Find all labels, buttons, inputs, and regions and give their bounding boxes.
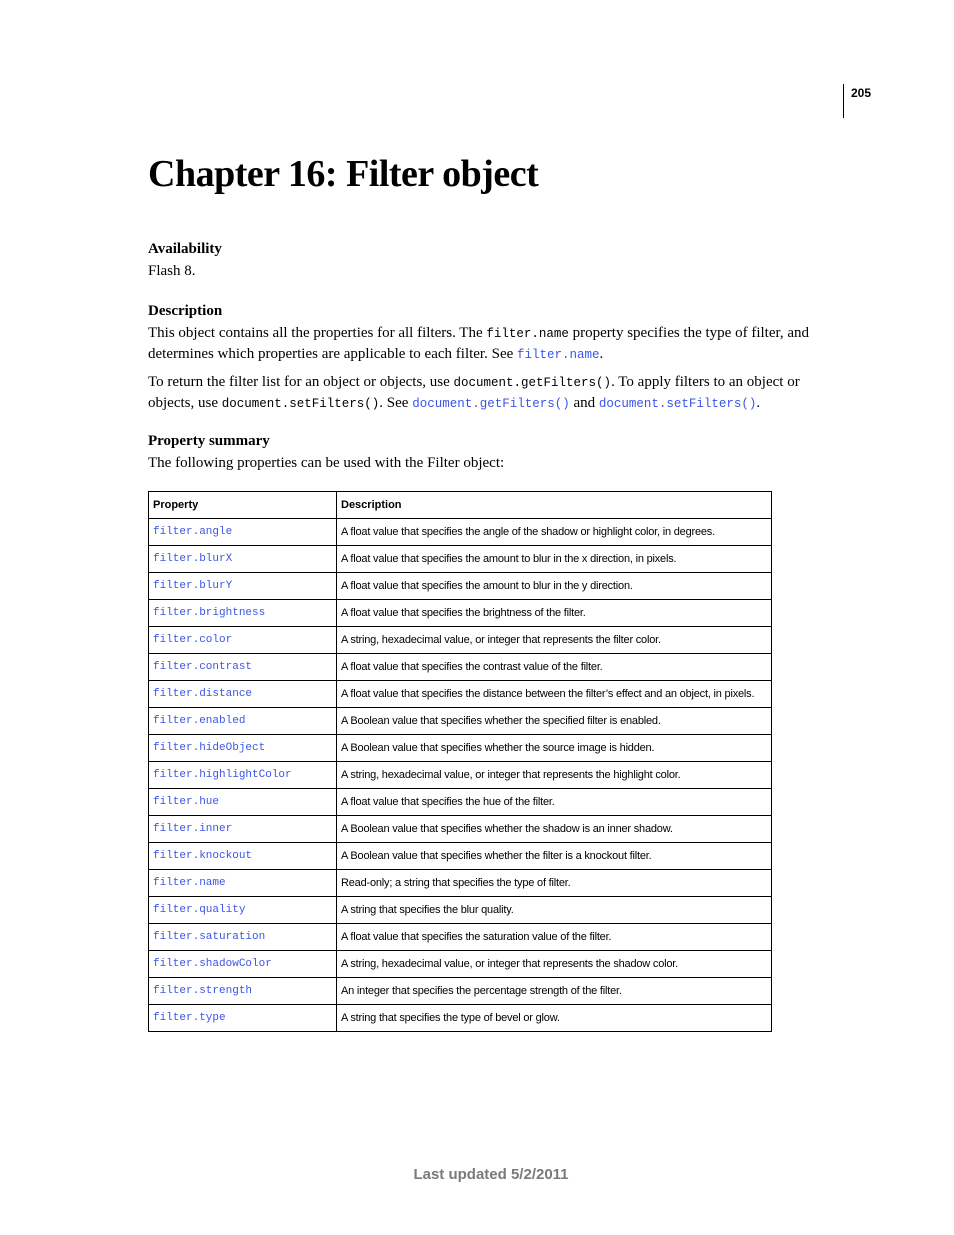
property-description: A float value that specifies the angle o… (336, 518, 772, 546)
property-link[interactable]: filter.contrast (148, 653, 337, 681)
table-row: filter.blurX A float value that specifies… (148, 545, 772, 573)
property-link[interactable]: filter.inner (148, 815, 337, 843)
inline-code: document.getFilters() (453, 376, 612, 390)
page-number: 205 (851, 86, 872, 100)
property-description: A Boolean value that specifies whether t… (336, 734, 772, 762)
table-row: filter.angle A float value that specifies… (148, 518, 772, 546)
property-link[interactable]: filter.shadowColor (148, 950, 337, 978)
property-description: A Boolean value that specifies whether t… (336, 707, 772, 735)
table-row: filter.strength An integer that specifies… (148, 977, 772, 1005)
property-link[interactable]: filter.hue (148, 788, 337, 816)
property-description: A float value that specifies the brightn… (336, 599, 772, 627)
link-document-setfilters[interactable]: document.setFilters() (599, 397, 757, 411)
table-row: filter.distance A float value that specif… (148, 680, 772, 708)
property-link[interactable]: filter.type (148, 1004, 337, 1032)
table-row: filter.shadowColor A string, hexadecimal … (148, 950, 772, 978)
property-table-body: filter.angle A float value that specifies… (148, 518, 772, 1032)
property-table: Property Description filter.angle A float… (148, 491, 772, 1032)
description-heading: Description (148, 303, 223, 319)
property-description: A float value that specifies the amount … (336, 572, 772, 600)
property-description: A Boolean value that specifies whether t… (336, 815, 772, 843)
property-link[interactable]: filter.blurY (148, 572, 337, 600)
property-description: A string that specifies the blur quality… (336, 896, 772, 924)
table-row: filter.brightness A float value that spec… (148, 599, 772, 627)
availability-heading: Availability (148, 241, 222, 257)
property-link[interactable]: filter.name (148, 869, 337, 897)
property-description: A float value that specifies the hue of … (336, 788, 772, 816)
property-description: A string, hexadecimal value, or integer … (336, 950, 772, 978)
table-row: filter.highlightColor A string, hexadecim… (148, 761, 772, 789)
property-link[interactable]: filter.quality (148, 896, 337, 924)
table-row: filter.saturation A float value that spec… (148, 923, 772, 951)
property-link[interactable]: filter.brightness (148, 599, 337, 627)
property-summary-heading: Property summary (148, 433, 270, 449)
column-header-property: Property (148, 491, 337, 519)
table-row: filter.quality A string that specifies th… (148, 896, 772, 924)
property-link[interactable]: filter.hideObject (148, 734, 337, 762)
description-paragraph-1: This object contains all the properties … (148, 325, 810, 362)
link-filter-name[interactable]: filter.name (517, 348, 600, 362)
property-description: A string, hexadecimal value, or integer … (336, 626, 772, 654)
inline-code: document.setFilters() (221, 397, 380, 411)
property-link[interactable]: filter.enabled (148, 707, 337, 735)
table-row: filter.color A string, hexadecimal value,… (148, 626, 772, 654)
table-row: filter.hideObject A Boolean value that sp… (148, 734, 772, 762)
property-link[interactable]: filter.distance (148, 680, 337, 708)
property-description: A float value that specifies the amount … (336, 545, 772, 573)
property-description: A float value that specifies the contras… (336, 653, 772, 681)
table-row: filter.inner A Boolean value that specifi… (148, 815, 772, 843)
property-description: A float value that specifies the distanc… (336, 680, 772, 708)
table-row: filter.contrast A float value that specif… (148, 653, 772, 681)
property-link[interactable]: filter.knockout (148, 842, 337, 870)
property-description: An integer that specifies the percentage… (336, 977, 772, 1005)
property-description: Read-only; a string that specifies the t… (336, 869, 772, 897)
property-summary-intro: The following properties can be used wit… (148, 455, 505, 471)
table-row: filter.enabled A Boolean value that speci… (148, 707, 772, 735)
page-number-rule (843, 84, 844, 118)
table-row: filter.hue A float value that specifies t… (148, 788, 772, 816)
table-header-row: Property Description (148, 491, 772, 519)
property-link[interactable]: filter.angle (148, 518, 337, 546)
description-paragraph-2: To return the filter list for an object … (148, 374, 800, 411)
link-document-getfilters[interactable]: document.getFilters() (412, 397, 570, 411)
property-description: A float value that specifies the saturat… (336, 923, 772, 951)
property-description: A string, hexadecimal value, or integer … (336, 761, 772, 789)
property-link[interactable]: filter.highlightColor (148, 761, 337, 789)
property-link[interactable]: filter.color (148, 626, 337, 654)
property-description: A Boolean value that specifies whether t… (336, 842, 772, 870)
table-row: filter.knockout A Boolean value that spec… (148, 842, 772, 870)
inline-code: filter.name (486, 327, 569, 341)
property-description: A string that specifies the type of beve… (336, 1004, 772, 1032)
chapter-title: Chapter 16: Filter object (148, 153, 539, 195)
availability-text: Flash 8. (148, 263, 196, 279)
table-row: filter.type A string that specifies the t… (148, 1004, 772, 1032)
footer-last-updated: Last updated 5/2/2011 (413, 1166, 569, 1183)
property-link[interactable]: filter.saturation (148, 923, 337, 951)
table-row: filter.name Read-only; a string that spec… (148, 869, 772, 897)
property-link[interactable]: filter.strength (148, 977, 337, 1005)
column-header-description: Description (336, 491, 772, 519)
table-row: filter.blurY A float value that specifies… (148, 572, 772, 600)
property-link[interactable]: filter.blurX (148, 545, 337, 573)
